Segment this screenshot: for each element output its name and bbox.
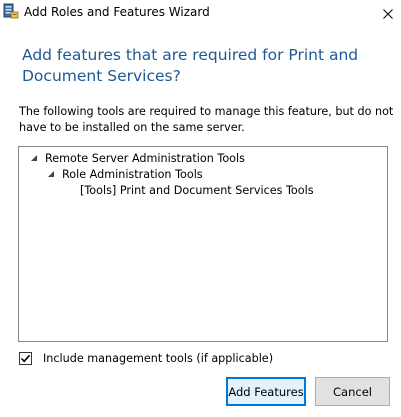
include-management-tools-label: Include management tools (if applicable) (43, 351, 274, 365)
window-title: Add Roles and Features Wizard (24, 5, 210, 19)
cancel-button[interactable]: Cancel (315, 377, 390, 406)
tree-item-label: Remote Server Administration Tools (45, 151, 245, 165)
tree-item-print-document-services-tools[interactable]: [Tools] Print and Document Services Tool… (80, 182, 314, 198)
include-management-tools-checkbox[interactable] (19, 351, 32, 365)
tree-item-label: Role Administration Tools (62, 167, 203, 181)
tree-item-role-administration-tools[interactable]: Role Administration Tools (46, 166, 203, 182)
tree-item-remote-server-administration-tools[interactable]: Remote Server Administration Tools (29, 150, 245, 166)
expanded-triangle-icon[interactable] (29, 153, 39, 163)
close-icon (383, 4, 393, 23)
checkmark-icon (20, 354, 31, 362)
title-bar: Add Roles and Features Wizard (0, 0, 401, 26)
include-management-tools-option[interactable]: Include management tools (if applicable) (19, 350, 273, 366)
tree-item-label: [Tools] Print and Document Services Tool… (80, 183, 314, 197)
features-tree[interactable]: Remote Server Administration Tools Role … (18, 146, 388, 342)
add-features-button[interactable]: Add Features (226, 377, 306, 406)
server-manager-icon (3, 3, 19, 19)
dialog-description: The following tools are required to mana… (19, 105, 394, 134)
close-button[interactable] (375, 0, 401, 26)
expanded-triangle-icon[interactable] (46, 169, 56, 179)
dialog-heading: Add features that are required for Print… (22, 46, 359, 85)
